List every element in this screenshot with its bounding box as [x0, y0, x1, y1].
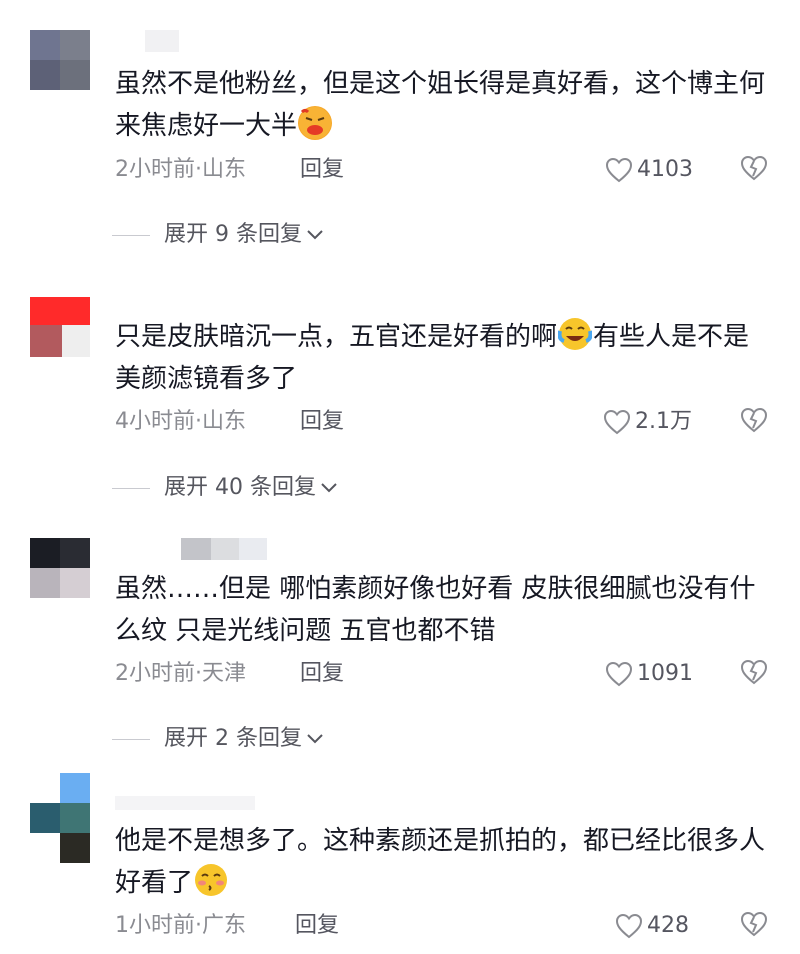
- blushing-kiss-emoji-icon: [194, 863, 228, 897]
- broken-heart-icon: [740, 155, 768, 181]
- dislike-button[interactable]: [740, 407, 770, 437]
- heart-icon: [603, 409, 631, 435]
- comment-text-part: 虽然……但是 哪怕素颜好像也好看 皮肤很细腻也没有什么纹 只是光线问题 五官也都…: [115, 574, 756, 646]
- comment-time-location: 2小时前·山东: [115, 157, 246, 182]
- heart-icon: [615, 913, 643, 939]
- avatar[interactable]: [30, 538, 90, 598]
- chevron-down-icon: [321, 483, 337, 493]
- like-count: 1091: [637, 661, 693, 686]
- reply-button[interactable]: 回复: [300, 407, 344, 437]
- laughing-tears-emoji-icon: [557, 317, 593, 351]
- comment-text: 只是皮肤暗沉一点，五官还是好看的啊 有些人是不是美颜滤镜看多了: [115, 316, 765, 400]
- avatar[interactable]: [30, 773, 90, 863]
- broken-heart-icon: [740, 911, 768, 937]
- broken-heart-icon: [740, 407, 768, 433]
- reply-button[interactable]: 回复: [300, 659, 344, 689]
- divider-line: [112, 738, 150, 740]
- reply-button[interactable]: 回复: [300, 155, 344, 185]
- reply-button[interactable]: 回复: [295, 911, 339, 941]
- heart-icon: [605, 661, 633, 687]
- like-count: 2.1万: [635, 409, 692, 434]
- chevron-down-icon: [307, 734, 323, 744]
- avatar[interactable]: [30, 30, 90, 90]
- dislike-button[interactable]: [740, 911, 770, 941]
- expand-replies-button[interactable]: 展开 9 条回复: [112, 220, 324, 250]
- username-blurred[interactable]: [115, 290, 195, 304]
- tired-face-emoji-icon: [298, 106, 333, 140]
- avatar[interactable]: [30, 297, 90, 357]
- like-count: 428: [647, 913, 689, 938]
- username-blurred[interactable]: [115, 538, 275, 560]
- comment-time-location: 2小时前·天津: [115, 661, 246, 686]
- expand-replies-label: 展开 2 条回复: [164, 726, 302, 751]
- expand-replies-button[interactable]: 展开 2 条回复: [112, 724, 324, 754]
- expand-replies-button[interactable]: 展开 40 条回复: [112, 473, 338, 503]
- divider-line: [112, 487, 150, 489]
- comment-text: 虽然……但是 哪怕素颜好像也好看 皮肤很细腻也没有什么纹 只是光线问题 五官也都…: [115, 568, 765, 652]
- like-button[interactable]: 428: [615, 911, 689, 941]
- broken-heart-icon: [740, 659, 768, 685]
- comment-text-part: 只是皮肤暗沉一点，五官还是好看的啊: [115, 322, 558, 352]
- chevron-down-icon: [307, 230, 323, 240]
- divider-line: [112, 234, 150, 236]
- comment-time-location: 1小时前·广东: [115, 913, 246, 938]
- comment-text-part: 虽然不是他粉丝，但是这个姐长得是真好看，这个博主何来焦虑好一大半: [115, 69, 766, 141]
- like-button[interactable]: 1091: [605, 659, 693, 689]
- heart-icon: [605, 157, 633, 183]
- dislike-button[interactable]: [740, 155, 770, 185]
- expand-replies-label: 展开 9 条回复: [164, 222, 302, 247]
- expand-replies-label: 展开 40 条回复: [164, 475, 316, 500]
- like-count: 4103: [637, 157, 693, 182]
- username-blurred[interactable]: [115, 30, 185, 52]
- dislike-button[interactable]: [740, 659, 770, 689]
- comment-text: 虽然不是他粉丝，但是这个姐长得是真好看，这个博主何来焦虑好一大半: [115, 63, 765, 147]
- like-button[interactable]: 4103: [605, 155, 693, 185]
- like-button[interactable]: 2.1万: [603, 407, 692, 437]
- comment-text: 他是不是想多了。这种素颜还是抓拍的，都已经比很多人好看了: [115, 820, 765, 904]
- comment-time-location: 4小时前·山东: [115, 409, 246, 434]
- username-blurred[interactable]: [115, 796, 265, 810]
